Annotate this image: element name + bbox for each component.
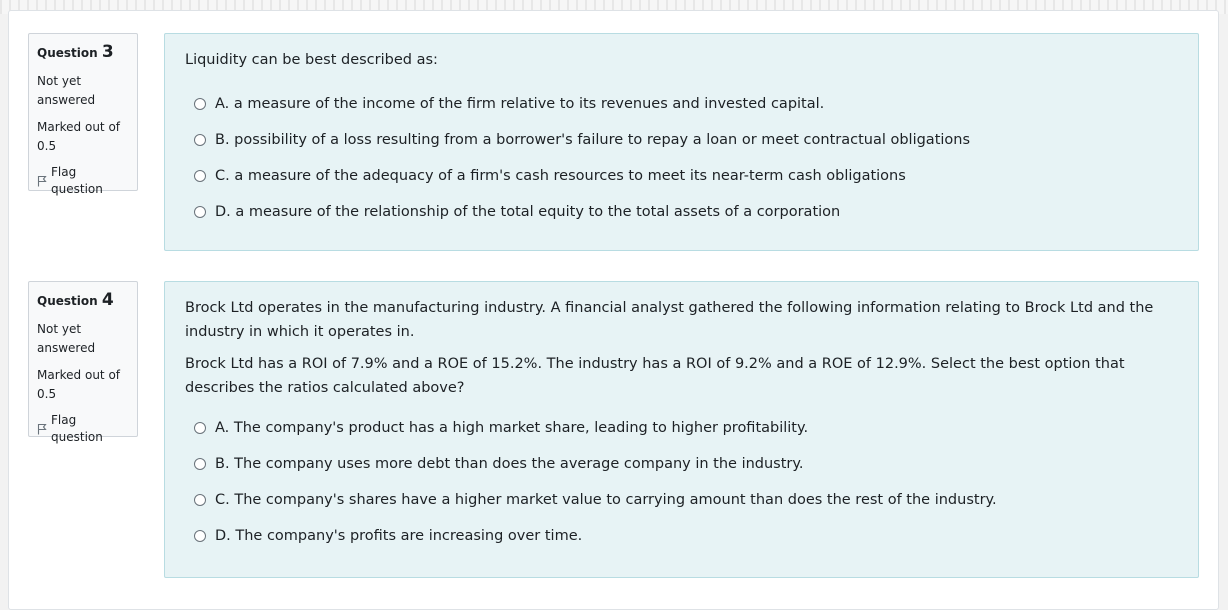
answer-label[interactable]: B. possibility of a loss resulting from … [215, 132, 970, 148]
answer-label[interactable]: B. The company uses more debt than does … [215, 456, 804, 472]
quiz-page: Question 3 Not yet answered Marked out o… [8, 10, 1219, 610]
grade-line: Marked out of [37, 120, 121, 134]
state-line: answered [37, 93, 96, 107]
answer-option-d[interactable]: D. The company's profits are increasing … [185, 518, 1178, 554]
answer-label[interactable]: D. a measure of the relationship of the … [215, 204, 840, 220]
state-line: Not yet [37, 322, 82, 336]
grade-value: 0.5 [37, 139, 57, 153]
question-text: Liquidity can be best described as: [185, 48, 1178, 72]
answer-list: A. a measure of the income of the firm r… [185, 86, 1178, 230]
answer-label[interactable]: A. a measure of the income of the firm r… [215, 96, 824, 112]
flag-question-button[interactable]: Flag question [37, 164, 129, 198]
question-state: Not yet answered [37, 320, 129, 358]
grade-value: 0.5 [37, 387, 57, 401]
radio-button[interactable] [194, 530, 206, 542]
question-text-paragraph: Brock Ltd has a ROI of 7.9% and a ROE of… [185, 356, 1125, 396]
question-info: Question 4 Not yet answered Marked out o… [28, 281, 138, 444]
answer-label[interactable]: C. a measure of the adequacy of a firm's… [215, 168, 906, 184]
flag-question-button[interactable]: Flag question [37, 412, 129, 446]
question-number-value: 4 [101, 290, 114, 310]
question-text-paragraph: Brock Ltd operates in the manufacturing … [185, 300, 1154, 340]
answer-label[interactable]: A. The company's product has a high mark… [215, 420, 808, 436]
flag-icon [37, 423, 47, 435]
state-line: answered [37, 341, 96, 355]
question-grade: Marked out of 0.5 [37, 118, 129, 156]
answer-option-b[interactable]: B. The company uses more debt than does … [185, 446, 1178, 482]
question-info: Question 3 Not yet answered Marked out o… [28, 33, 138, 196]
flag-icon [37, 175, 47, 187]
radio-button[interactable] [194, 458, 206, 470]
grade-line: Marked out of [37, 368, 121, 382]
answer-option-b[interactable]: B. possibility of a loss resulting from … [185, 122, 1178, 158]
question-content: Brock Ltd operates in the manufacturing … [164, 281, 1199, 578]
question-label: Question [37, 46, 98, 60]
radio-button[interactable] [194, 134, 206, 146]
question-label: Question [37, 294, 98, 308]
answer-option-d[interactable]: D. a measure of the relationship of the … [185, 194, 1178, 230]
question-grade: Marked out of 0.5 [37, 366, 129, 404]
answer-list: A. The company's product has a high mark… [185, 410, 1178, 554]
question-number: Question 3 [37, 44, 129, 62]
question-text-paragraph: Liquidity can be best described as: [185, 52, 438, 68]
question-content: Liquidity can be best described as: A. a… [164, 33, 1199, 251]
radio-button[interactable] [194, 170, 206, 182]
state-line: Not yet [37, 74, 82, 88]
radio-button[interactable] [194, 422, 206, 434]
flag-label: Flag question [51, 165, 103, 196]
radio-button[interactable] [194, 494, 206, 506]
question-state: Not yet answered [37, 72, 129, 110]
answer-option-c[interactable]: C. The company's shares have a higher ma… [185, 482, 1178, 518]
radio-button[interactable] [194, 98, 206, 110]
question-number-value: 3 [101, 42, 114, 62]
flag-label: Flag question [51, 413, 103, 444]
answer-option-a[interactable]: A. The company's product has a high mark… [185, 410, 1178, 446]
question-number: Question 4 [37, 292, 129, 310]
answer-option-a[interactable]: A. a measure of the income of the firm r… [185, 86, 1178, 122]
answer-label[interactable]: D. The company's profits are increasing … [215, 528, 582, 544]
answer-label[interactable]: C. The company's shares have a higher ma… [215, 492, 997, 508]
radio-button[interactable] [194, 206, 206, 218]
question-text: Brock Ltd operates in the manufacturing … [185, 296, 1178, 400]
answer-option-c[interactable]: C. a measure of the adequacy of a firm's… [185, 158, 1178, 194]
